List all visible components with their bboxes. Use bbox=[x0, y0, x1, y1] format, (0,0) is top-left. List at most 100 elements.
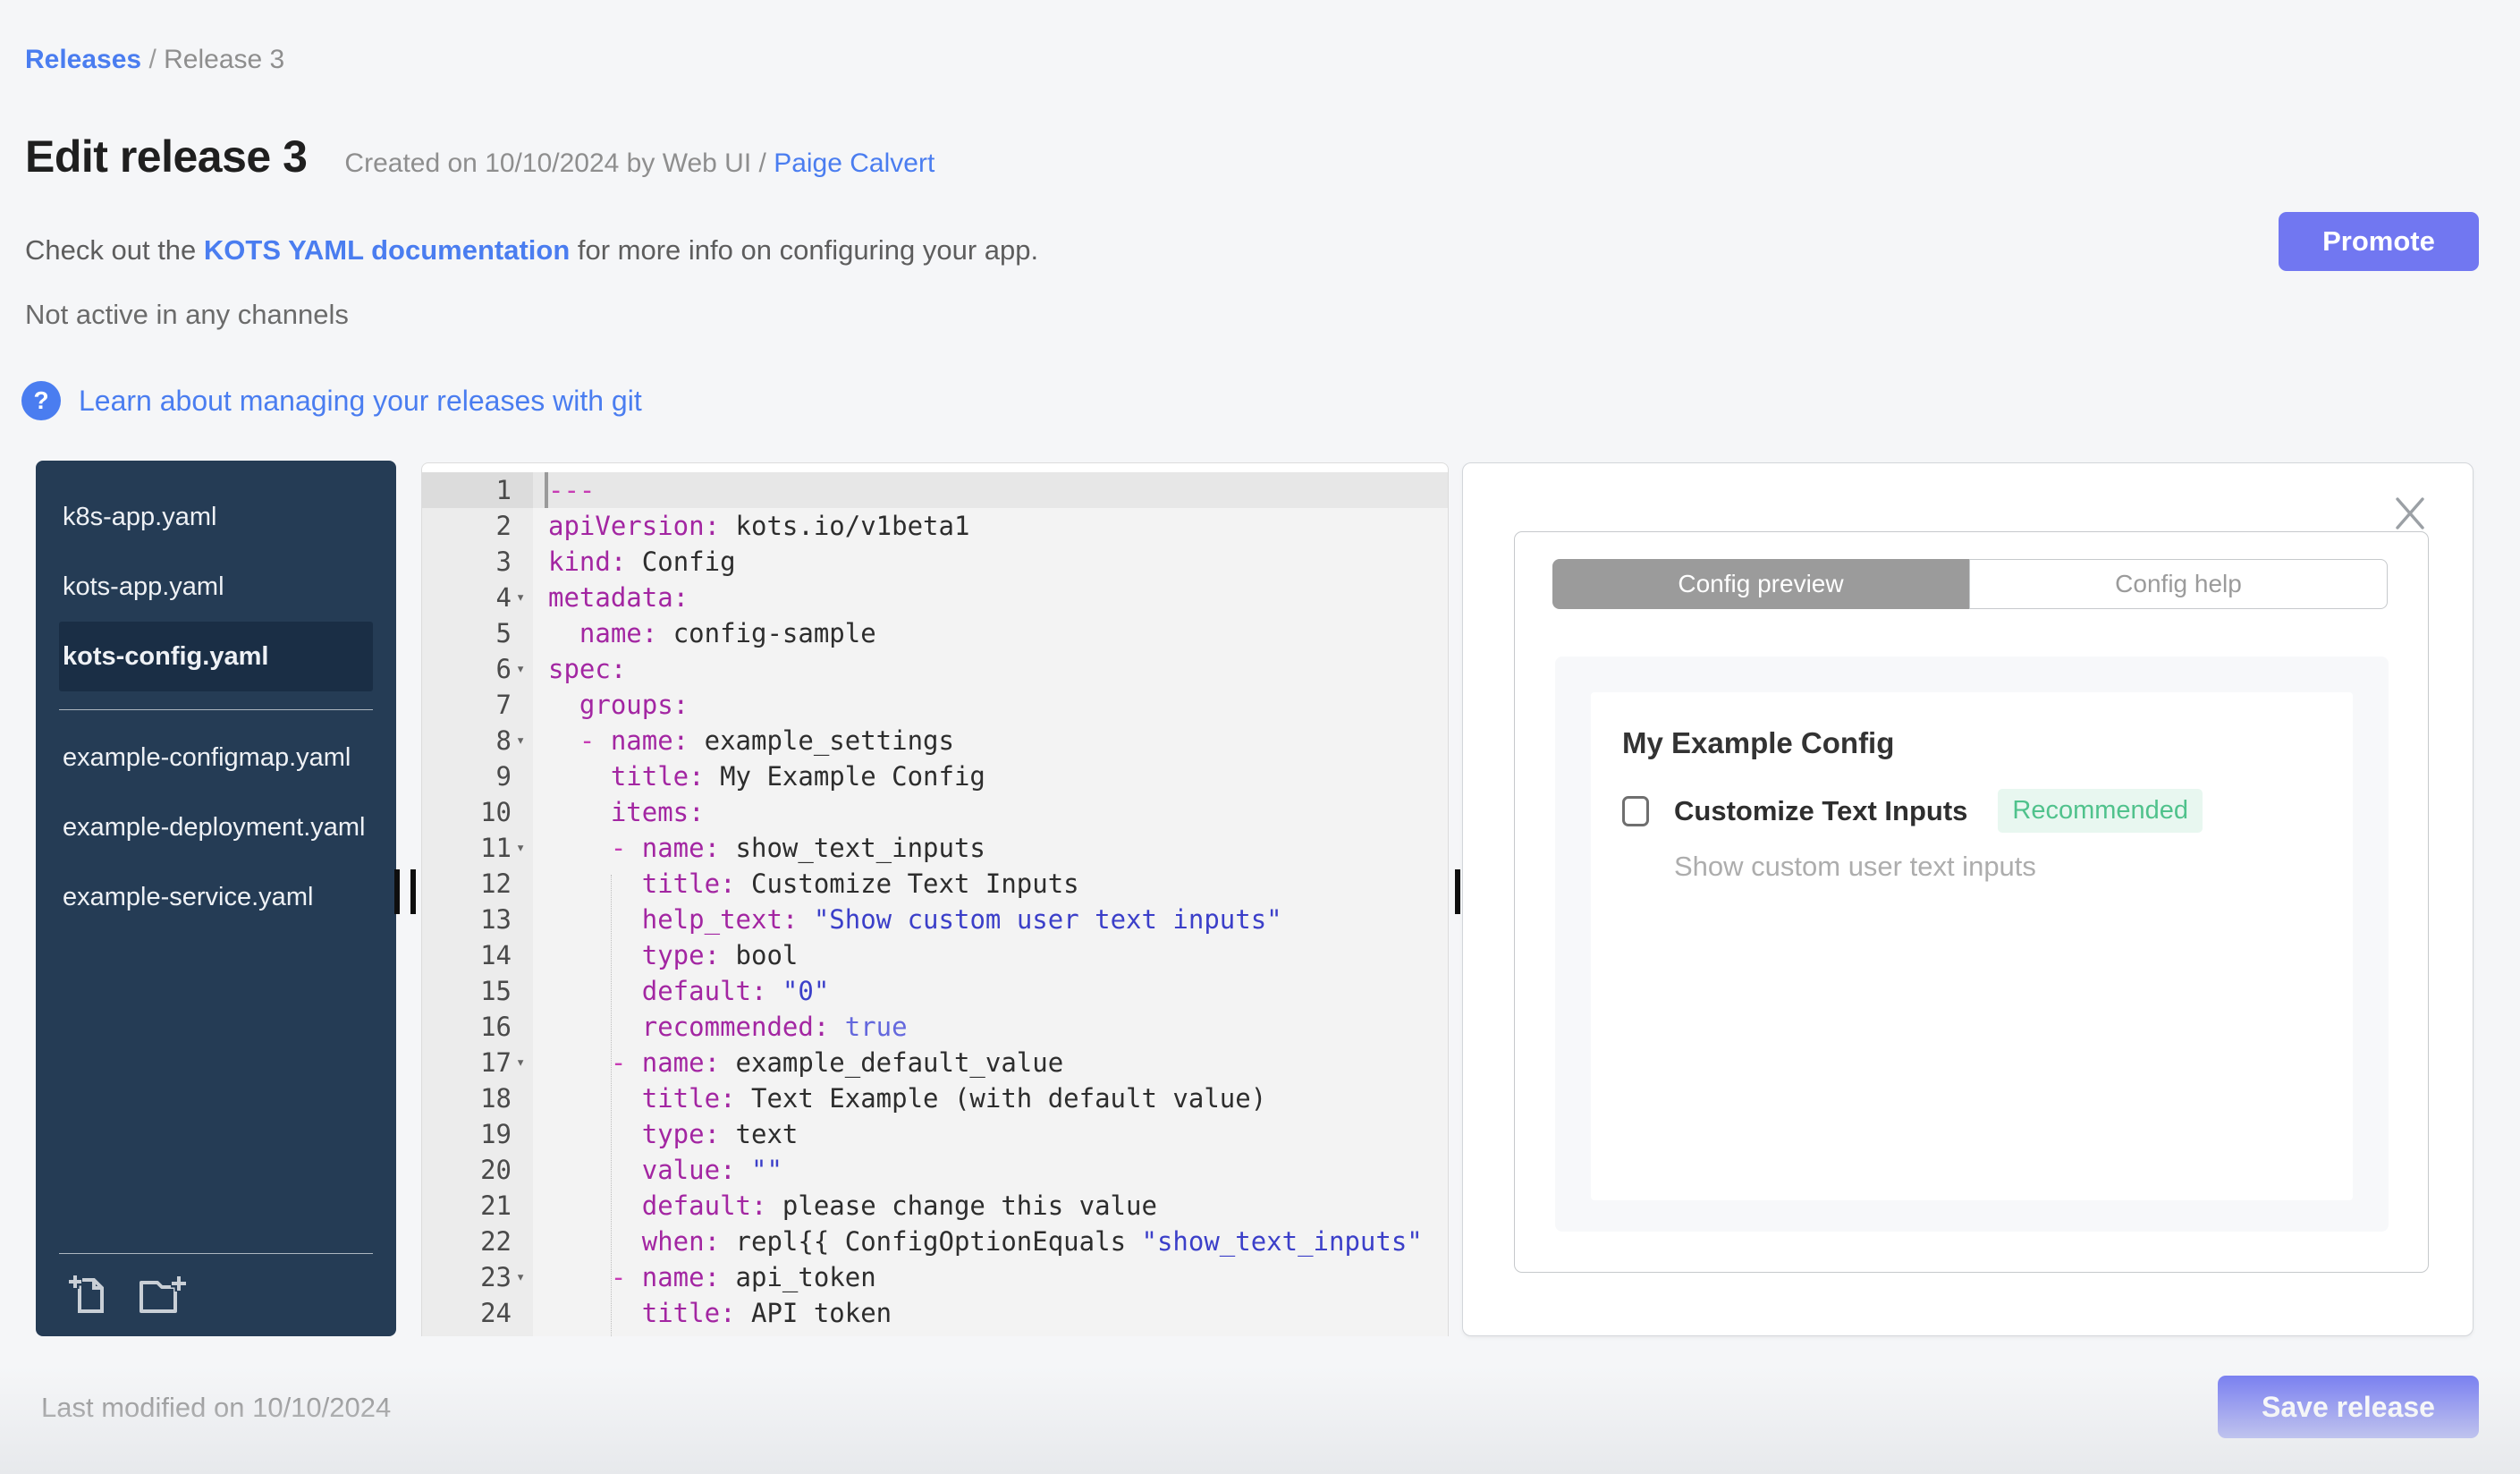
sidebar-file-example-service.yaml[interactable]: example-service.yaml bbox=[59, 862, 373, 932]
code-line-1[interactable]: 1 --- bbox=[422, 472, 1448, 508]
config-preview-card: Config preview Config help My Example Co… bbox=[1514, 531, 2429, 1273]
config-group-title: My Example Config bbox=[1622, 726, 1895, 759]
gutter-line-number: 6 ▾ bbox=[422, 651, 533, 687]
learn-git-link[interactable]: ? Learn about managing your releases wit… bbox=[21, 381, 642, 420]
sidebar-file-kots-app.yaml[interactable]: kots-app.yaml bbox=[59, 552, 373, 622]
code-text: default: "0" bbox=[641, 976, 830, 1006]
code-text: apiVersion: kots.io/v1beta1 bbox=[548, 511, 970, 541]
code-line-14[interactable]: 14 type: bool bbox=[422, 937, 1448, 973]
fold-arrow-icon[interactable]: ▾ bbox=[512, 723, 533, 758]
sidebar-file-kots-config.yaml[interactable]: kots-config.yaml bbox=[59, 622, 373, 691]
code-line-23[interactable]: 23 ▾ - name: api_token bbox=[422, 1259, 1448, 1295]
code-line-20[interactable]: 20 value: "" bbox=[422, 1152, 1448, 1188]
gutter-line-number: 22 bbox=[480, 1226, 512, 1257]
sidebar-file-k8s-app.yaml[interactable]: k8s-app.yaml bbox=[59, 482, 373, 552]
code-line-22[interactable]: 22 when: repl{{ ConfigOptionEquals "show… bbox=[422, 1224, 1448, 1259]
title-bar: Edit release 3 Created on 10/10/2024 by … bbox=[25, 131, 934, 182]
kots-docs-link[interactable]: KOTS YAML documentation bbox=[204, 234, 570, 266]
page-title: Edit release 3 bbox=[25, 131, 308, 182]
new-folder-icon[interactable] bbox=[136, 1270, 191, 1318]
code-line-4[interactable]: 4 ▾ metadata: bbox=[422, 580, 1448, 615]
new-file-icon[interactable] bbox=[64, 1270, 113, 1318]
sidebar-footer bbox=[36, 1253, 396, 1336]
sidebar-file-example-deployment.yaml[interactable]: example-deployment.yaml bbox=[59, 792, 373, 862]
fold-arrow-icon[interactable]: ▾ bbox=[512, 830, 533, 866]
code-line-24[interactable]: 24 title: API token bbox=[422, 1295, 1448, 1331]
breadcrumb: Releases / Release 3 bbox=[25, 45, 284, 75]
code-text: items: bbox=[610, 797, 705, 827]
gutter-line-number: 15 bbox=[480, 976, 512, 1006]
close-icon[interactable] bbox=[2392, 494, 2428, 533]
page: Releases / Release 3 Edit release 3 Crea… bbox=[0, 0, 2520, 1474]
code-line-16[interactable]: 16 recommended: true bbox=[422, 1009, 1448, 1045]
editor-rows: 1 --- 2 apiVersion: kots.io/v1beta1 3 kind: C… bbox=[422, 472, 1448, 1336]
tab-config-preview[interactable]: Config preview bbox=[1552, 559, 1969, 609]
docs-info-line: Check out the KOTS YAML documentation fo… bbox=[25, 234, 1038, 267]
code-text: title: API token bbox=[641, 1298, 892, 1328]
code-text: value: "" bbox=[641, 1155, 782, 1185]
code-text: kind: Config bbox=[548, 546, 736, 577]
code-line-12[interactable]: 12 title: Customize Text Inputs bbox=[422, 866, 1448, 902]
fold-arrow-icon[interactable]: ▾ bbox=[512, 1259, 533, 1295]
gutter-line-number: 24 bbox=[480, 1298, 512, 1328]
code-text: metadata: bbox=[548, 582, 689, 613]
code-line-17[interactable]: 17 ▾ - name: example_default_value bbox=[422, 1045, 1448, 1080]
code-line-5[interactable]: 5 name: config-sample bbox=[422, 615, 1448, 651]
fold-arrow-icon[interactable]: ▾ bbox=[512, 580, 533, 615]
code-line-25[interactable]: 25 type: password bbox=[422, 1331, 1448, 1336]
code-text: help_text: "Show custom user text inputs… bbox=[641, 904, 1282, 935]
code-line-3[interactable]: 3 kind: Config bbox=[422, 544, 1448, 580]
config-item-row: Customize Text Inputs Recommended bbox=[1622, 789, 2353, 833]
gutter-line-number: 21 bbox=[480, 1190, 512, 1221]
gutter-line-number: 16 bbox=[480, 1012, 512, 1042]
code-line-8[interactable]: 8 ▾ - name: example_settings bbox=[422, 723, 1448, 758]
code-line-7[interactable]: 7 groups: bbox=[422, 687, 1448, 723]
code-line-19[interactable]: 19 type: text bbox=[422, 1116, 1448, 1152]
yaml-editor[interactable]: 1 --- 2 apiVersion: kots.io/v1beta1 3 kind: C… bbox=[421, 462, 1449, 1336]
gutter-line-number: 13 bbox=[480, 904, 512, 935]
docs-info-prefix: Check out the bbox=[25, 234, 204, 266]
code-text: recommended: true bbox=[641, 1012, 908, 1042]
docs-info-suffix: for more info on configuring your app. bbox=[570, 234, 1039, 266]
code-line-13[interactable]: 13 help_text: "Show custom user text inp… bbox=[422, 902, 1448, 937]
sidebar-divider bbox=[59, 709, 373, 710]
code-text: name: config-sample bbox=[579, 618, 876, 648]
gutter-line-number: 8 ▾ bbox=[422, 723, 533, 758]
code-line-18[interactable]: 18 title: Text Example (with default val… bbox=[422, 1080, 1448, 1116]
created-meta: Created on 10/10/2024 by Web UI / Paige … bbox=[344, 148, 934, 179]
gutter-line-number: 5 bbox=[495, 618, 512, 648]
sidebar-resize-handle[interactable] bbox=[394, 869, 416, 914]
author-link[interactable]: Paige Calvert bbox=[774, 148, 934, 178]
code-text: - name: example_default_value bbox=[610, 1047, 1064, 1078]
sidebar-file-example-configmap.yaml[interactable]: example-configmap.yaml bbox=[59, 723, 373, 792]
file-list: k8s-app.yaml kots-app.yaml kots-config.yam… bbox=[36, 482, 396, 1253]
breadcrumb-releases-link[interactable]: Releases bbox=[25, 45, 141, 74]
gutter-line-number: 20 bbox=[480, 1155, 512, 1185]
gutter-line-number: 1 bbox=[422, 472, 533, 508]
code-line-21[interactable]: 21 default: please change this value bbox=[422, 1188, 1448, 1224]
code-line-15[interactable]: 15 default: "0" bbox=[422, 973, 1448, 1009]
code-line-11[interactable]: 11 ▾ - name: show_text_inputs bbox=[422, 830, 1448, 866]
tab-config-help[interactable]: Config help bbox=[1969, 559, 2388, 609]
gutter-line-number: 11 ▾ bbox=[422, 830, 533, 866]
code-line-2[interactable]: 2 apiVersion: kots.io/v1beta1 bbox=[422, 508, 1448, 544]
fold-arrow-icon[interactable]: ▾ bbox=[512, 1045, 533, 1080]
config-item-label: Customize Text Inputs bbox=[1674, 794, 1968, 826]
gutter-line-number: 23 ▾ bbox=[422, 1259, 533, 1295]
gutter-line-number: 18 bbox=[480, 1083, 512, 1114]
code-line-10[interactable]: 10 items: bbox=[422, 794, 1448, 830]
config-item-help-text: Show custom user text inputs bbox=[1674, 851, 2036, 882]
gutter-line-number: 17 ▾ bbox=[422, 1045, 533, 1080]
code-line-9[interactable]: 9 title: My Example Config bbox=[422, 758, 1448, 794]
breadcrumb-current: Release 3 bbox=[164, 45, 285, 74]
customize-text-inputs-checkbox[interactable] bbox=[1622, 795, 1649, 826]
gutter-line-number: 10 bbox=[480, 797, 512, 827]
question-mark-icon: ? bbox=[21, 381, 61, 420]
code-text: - name: show_text_inputs bbox=[610, 833, 985, 863]
fold-arrow-icon[interactable]: ▾ bbox=[512, 651, 533, 687]
code-line-6[interactable]: 6 ▾ spec: bbox=[422, 651, 1448, 687]
promote-button[interactable]: Promote bbox=[2279, 212, 2479, 271]
gutter-line-number: 9 bbox=[495, 761, 512, 792]
code-text: --- bbox=[533, 472, 1448, 508]
code-text: spec: bbox=[548, 654, 627, 684]
